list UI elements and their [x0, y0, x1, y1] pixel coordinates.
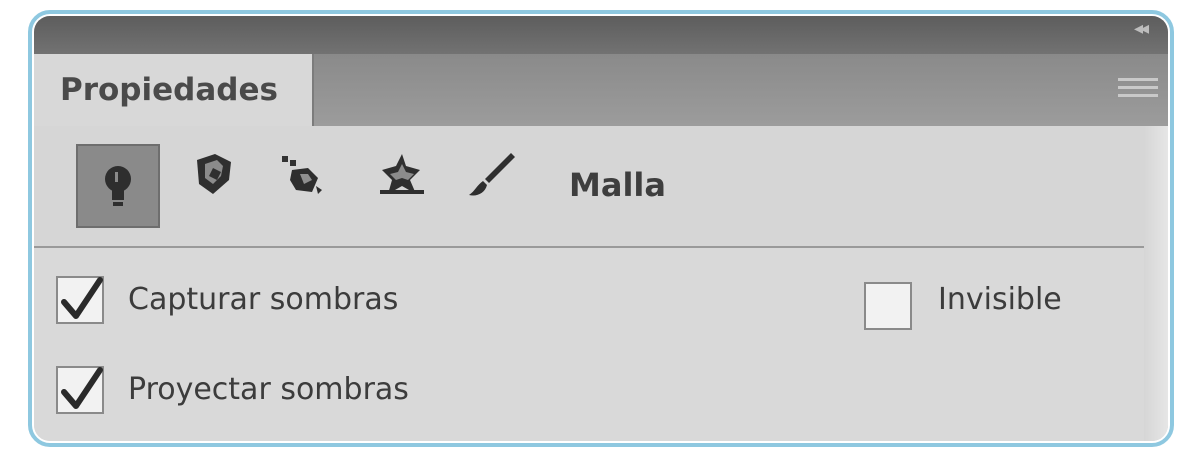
double-arrow-icon[interactable]: ◂◂ [1126, 20, 1154, 38]
checkmark-icon [61, 277, 103, 319]
deform-icon[interactable] [274, 146, 330, 202]
properties-panel: ◂◂ Propiedades Malla Capturar sombras Pr… [34, 16, 1168, 441]
section-label: Malla [569, 166, 666, 204]
light-bulb-icon[interactable] [76, 144, 160, 228]
panel-titlebar[interactable]: ◂◂ [34, 16, 1168, 54]
tab-propiedades[interactable]: Propiedades [34, 54, 314, 128]
capture-shadows-checkbox[interactable] [56, 276, 104, 324]
invisible-label: Invisible [938, 282, 1062, 317]
brush-icon[interactable] [464, 146, 520, 202]
panel-menu-icon[interactable] [1118, 78, 1158, 104]
options-area: Capturar sombras Proyectar sombras Invis… [34, 248, 1168, 441]
cast-shadows-checkbox[interactable] [56, 366, 104, 414]
mesh-icon[interactable] [186, 146, 242, 202]
cap-icon[interactable] [374, 146, 430, 202]
invisible-checkbox[interactable] [864, 282, 912, 330]
scrollbar[interactable] [1144, 126, 1168, 441]
panel-frame: ◂◂ Propiedades Malla Capturar sombras Pr… [28, 10, 1174, 447]
tab-bar: Propiedades [34, 54, 1168, 128]
checkmark-icon [61, 367, 103, 409]
capture-shadows-label: Capturar sombras [128, 282, 399, 317]
tab-label: Propiedades [60, 72, 278, 108]
cast-shadows-label: Proyectar sombras [128, 372, 409, 407]
properties-toolbar: Malla [34, 126, 1168, 248]
